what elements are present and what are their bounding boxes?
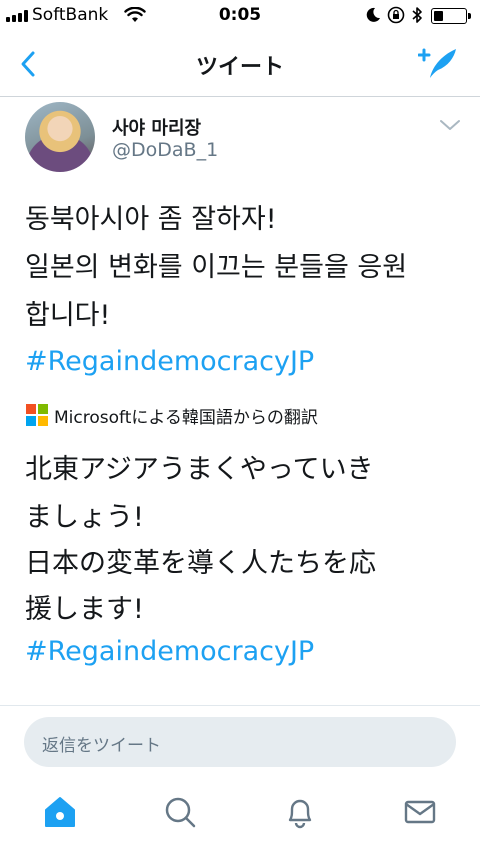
battery-nub	[468, 13, 471, 19]
page-title: ツイート	[195, 55, 284, 80]
do-not-disturb-icon	[366, 7, 380, 22]
battery-level	[434, 11, 443, 21]
compose-tweet-icon[interactable]	[418, 46, 458, 80]
reply-placeholder: 返信をツイート	[42, 736, 161, 756]
bluetooth-icon	[412, 7, 422, 23]
author-display-name[interactable]: 사야 마리장	[112, 114, 201, 140]
hashtag-link[interactable]: #RegaindemocracyJP	[25, 346, 314, 377]
search-icon[interactable]	[163, 795, 197, 829]
tweet-text-line: 합니다!	[25, 300, 111, 331]
orientation-lock-icon	[387, 6, 405, 24]
battery-icon	[431, 8, 467, 24]
chevron-down-icon[interactable]	[439, 118, 461, 132]
microsoft-logo-icon	[26, 404, 48, 426]
translation-attribution[interactable]: Microsoftによる韓国語からの翻訳	[54, 403, 318, 428]
messages-icon[interactable]	[403, 795, 437, 829]
reply-divider	[0, 705, 480, 706]
translated-text-line: 日本の変革を導く人たちを応	[25, 548, 376, 579]
translated-text-line: 援します!	[25, 594, 144, 625]
nav-divider	[0, 96, 480, 97]
notifications-icon[interactable]	[283, 795, 317, 829]
author-handle[interactable]: @DoDaB_1	[112, 139, 218, 161]
status-bar: SoftBank 0:05	[0, 0, 480, 30]
tweet-text-line: 일본의 변화를 이끄는 분들을 응원	[25, 252, 408, 283]
reply-input[interactable]: 返信をツイート	[24, 717, 456, 767]
translated-text-line: ましょう!	[25, 502, 144, 533]
home-icon[interactable]	[43, 795, 77, 829]
translated-text-line: 北東アジアうまくやっていき	[25, 454, 374, 485]
avatar[interactable]	[25, 102, 95, 172]
clock: 0:05	[218, 5, 262, 25]
hashtag-link[interactable]: #RegaindemocracyJP	[25, 636, 314, 667]
tweet-text-line: 동북아시아 좀 잘하자!	[25, 204, 277, 235]
